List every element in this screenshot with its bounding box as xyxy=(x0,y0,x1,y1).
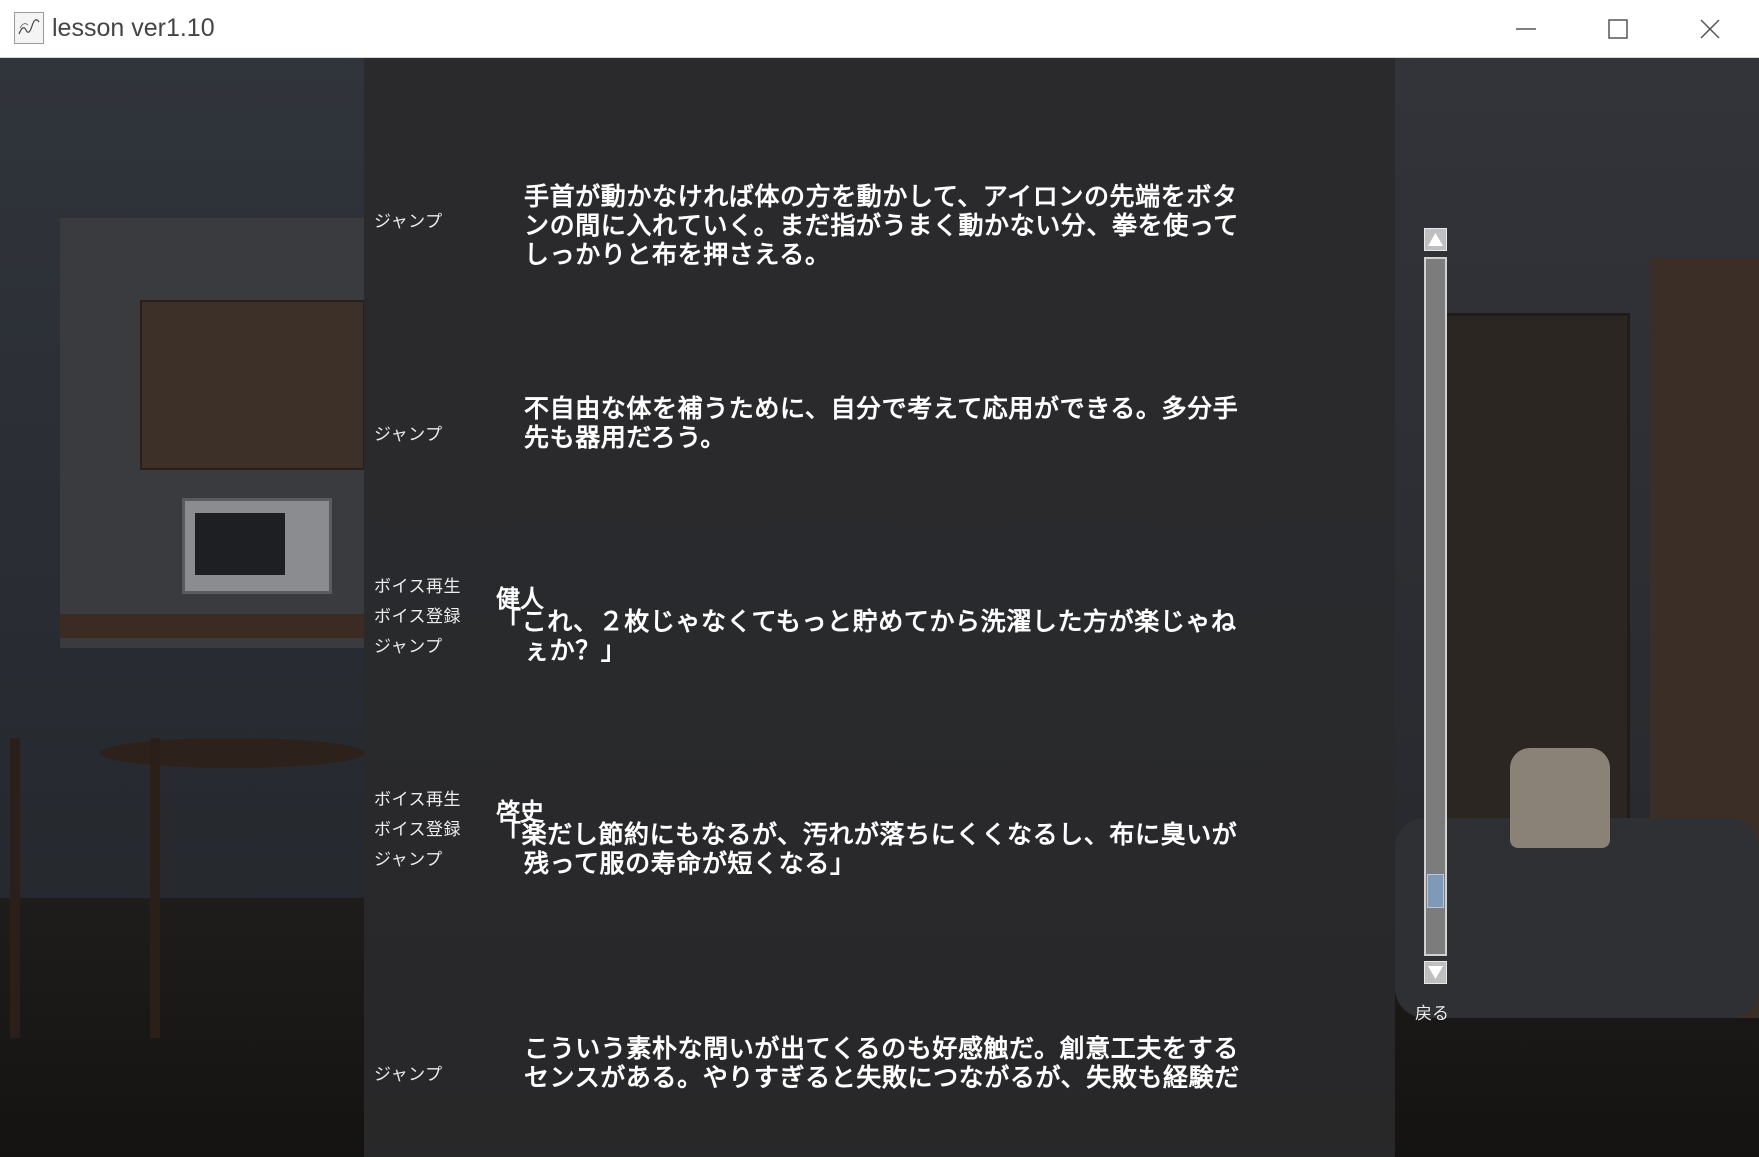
arrow-up-icon xyxy=(1428,233,1443,246)
jump-button[interactable]: ジャンプ xyxy=(374,632,443,657)
jump-button[interactable]: ジャンプ xyxy=(374,845,443,870)
close-button[interactable] xyxy=(1664,0,1756,58)
scene-microwave xyxy=(182,498,332,594)
window-title: lesson ver1.10 xyxy=(52,14,215,42)
scroll-down-button[interactable] xyxy=(1424,961,1447,984)
voice-play-button[interactable]: ボイス再生 xyxy=(374,572,461,597)
minimize-button[interactable] xyxy=(1480,0,1572,58)
voice-play-button[interactable]: ボイス再生 xyxy=(374,785,461,810)
app-icon xyxy=(14,12,44,44)
jump-button[interactable]: ジャンプ xyxy=(374,207,443,232)
scene-chair xyxy=(10,738,160,1038)
backlog-panel: ジャンプ 手首が動かなければ体の方を動かして、アイロンの先端をボタ ンの間に入れ… xyxy=(364,58,1395,1157)
message-line: ぇか？」 xyxy=(524,636,627,665)
minimize-icon xyxy=(1516,28,1536,30)
maximize-button[interactable] xyxy=(1572,0,1664,58)
message-line: 不自由な体を補うために、自分で考えて応用ができる。多分手 xyxy=(524,394,1239,423)
close-icon xyxy=(1700,19,1720,39)
jump-button[interactable]: ジャンプ xyxy=(374,1060,443,1085)
back-button[interactable]: 戻る xyxy=(1415,999,1449,1024)
scene-lamp xyxy=(1510,748,1610,848)
voice-register-button[interactable]: ボイス登録 xyxy=(374,602,461,627)
scrollbar-track[interactable] xyxy=(1424,257,1447,956)
window-titlebar: lesson ver1.10 xyxy=(0,0,1759,58)
message-line: ンの間に入れていく。まだ指がうまく動かない分、拳を使って xyxy=(524,211,1239,240)
scene-upper-cupboard xyxy=(140,300,365,470)
message-line: センスがある。やりすぎると失敗につながるが、失敗も経験だ xyxy=(524,1063,1240,1092)
scene-counter xyxy=(60,614,365,638)
arrow-down-icon xyxy=(1428,966,1443,979)
voice-register-button[interactable]: ボイス登録 xyxy=(374,815,461,840)
message-line: 残って服の寿命が短くなる」 xyxy=(524,849,856,878)
jump-button[interactable]: ジャンプ xyxy=(374,420,443,445)
scene-sofa xyxy=(1395,818,1759,1018)
scroll-up-button[interactable] xyxy=(1424,228,1447,251)
message-line: こういう素朴な問いが出てくるのも好感触だ。創意工夫をする xyxy=(524,1034,1239,1063)
message-line: 「楽だし節約にもなるが、汚れが落ちにくくなるし、布に臭いが xyxy=(496,820,1238,849)
maximize-icon xyxy=(1608,19,1628,39)
message-line: しっかりと布を押さえる。 xyxy=(524,240,831,269)
message-line: 手首が動かなければ体の方を動かして、アイロンの先端をボタ xyxy=(524,182,1238,211)
message-line: 「これ、２枚じゃなくてもっと貯めてから洗濯した方が楽じゃね xyxy=(496,607,1237,636)
message-line: 先も器用だろう。 xyxy=(524,423,726,452)
scrollbar-thumb[interactable] xyxy=(1427,874,1444,908)
